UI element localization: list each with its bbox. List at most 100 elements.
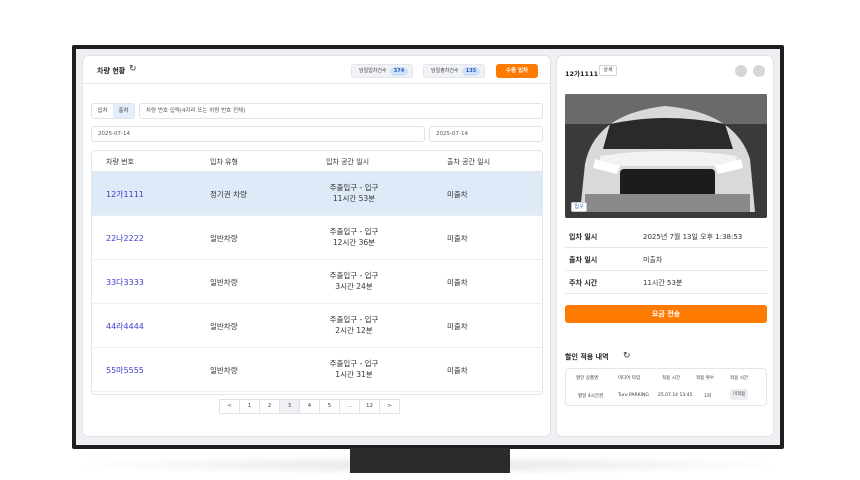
col-plate: 차량 번호 xyxy=(106,158,134,166)
discount-table: 할인 상품명 미디어 타입 적용 시간 적용 횟수 적용 시간 평일 4시간권 … xyxy=(565,368,767,406)
discount-col: 적용 시간 xyxy=(662,376,680,381)
parking-time-row: 주차 시간 11시간 53분 xyxy=(565,272,767,294)
row-plate: 12가1111 xyxy=(106,190,144,199)
col-entry-type: 입차 유형 xyxy=(210,158,238,166)
parking-time-value: 11시간 53분 xyxy=(643,279,683,287)
table-row[interactable]: 33다3333 일반차량 주출입구 - 입구 3시간 24분 미출차 xyxy=(92,260,542,304)
row-type: 일반차량 xyxy=(210,234,238,243)
app-screen: 차량 현황 ↻ 당일입차건수 374 당일출차건수 135 수동 입차 입차 출… xyxy=(76,49,780,445)
entry-exit-toggle: 입차 출차 xyxy=(91,103,135,119)
detail-tag[interactable]: 상세 xyxy=(599,65,617,76)
today-exit-label: 당일출차건수 xyxy=(431,68,459,74)
plate-search-input[interactable]: 차량 번호 입력(4자리 또는 차량 번호 전체) xyxy=(139,103,543,119)
refresh-icon[interactable]: ↻ xyxy=(129,64,139,74)
row-entry-time: 주출입구 - 입구 11시간 53분 xyxy=(314,182,394,204)
row-type: 일반차량 xyxy=(210,366,238,375)
col-entry-time: 입차 공간 일시 xyxy=(326,158,370,166)
vehicle-detail-panel: 12가1111 상세 입구 입차 일시 2025년 7월 13일 오후 1:38… xyxy=(556,55,774,437)
car-image-icon xyxy=(565,94,767,218)
today-exit-chip: 당일출차건수 135 xyxy=(423,64,485,78)
row-plate: 33다3333 xyxy=(106,278,144,287)
row-entry-duration: 3시간 24분 xyxy=(335,282,373,291)
row-plate: 55마5555 xyxy=(106,366,144,375)
row-entry-time: 주출입구 - 입구 1시간 31분 xyxy=(314,358,394,380)
row-exit: 미출차 xyxy=(447,366,468,375)
status-dot-icon xyxy=(753,65,765,77)
date-from-input[interactable]: 2025-07-14 xyxy=(91,126,425,142)
panel-header: 차량 현황 ↻ 당일입차건수 374 당일출차건수 135 수동 입차 xyxy=(83,56,550,84)
page-button[interactable]: 12 xyxy=(359,399,380,414)
row-exit: 미출차 xyxy=(447,322,468,331)
page-button-current[interactable]: 3 xyxy=(279,399,300,414)
discount-col: 할인 상품명 xyxy=(576,376,599,381)
tab-entry[interactable]: 입차 xyxy=(92,104,113,118)
page-button[interactable]: 1 xyxy=(239,399,260,414)
send-fee-button[interactable]: 요금 전송 xyxy=(565,305,767,323)
row-entry-location: 주출입구 - 입구 xyxy=(329,359,379,368)
tab-exit[interactable]: 출차 xyxy=(113,104,134,118)
page-button[interactable]: 4 xyxy=(299,399,320,414)
discount-cell: 25.07.14 13:45 xyxy=(658,393,693,398)
row-exit: 미출차 xyxy=(447,190,468,199)
discount-col: 미디어 타입 xyxy=(618,376,641,381)
date-to-input[interactable]: 2025-07-14 xyxy=(429,126,543,142)
today-exit-count: 135 xyxy=(462,67,480,76)
refresh-icon[interactable]: ↻ xyxy=(623,351,633,361)
exit-time-row: 출차 일시 미출차 xyxy=(565,249,767,271)
discount-cell: Turu PARKING xyxy=(618,393,649,398)
page-title: 차량 현황 xyxy=(97,67,126,75)
discount-cell: 1회 xyxy=(704,394,712,399)
row-entry-location: 주출입구 - 입구 xyxy=(329,315,379,324)
row-plate: 44라4444 xyxy=(106,322,144,331)
today-entry-chip: 당일입차건수 374 xyxy=(351,64,413,78)
row-exit: 미출차 xyxy=(447,278,468,287)
row-entry-location: 주출입구 - 입구 xyxy=(329,227,379,236)
table-row[interactable]: 22나2222 일반차량 주출입구 - 입구 12시간 36분 미출차 xyxy=(92,216,542,260)
vehicle-photo: 입구 xyxy=(565,94,767,218)
discount-col: 적용 횟수 xyxy=(696,376,714,381)
row-entry-location: 주출입구 - 입구 xyxy=(329,183,379,192)
row-type: 일반차량 xyxy=(210,278,238,287)
page-button[interactable]: 5 xyxy=(319,399,340,414)
page-prev-button[interactable]: < xyxy=(219,399,240,414)
row-type: 일반차량 xyxy=(210,322,238,331)
row-plate: 22나2222 xyxy=(106,234,144,243)
photo-tag: 입구 xyxy=(571,202,587,212)
table-header: 차량 번호 입차 유형 입차 공간 일시 출차 공간 일시 xyxy=(92,151,542,172)
row-entry-time: 주출입구 - 입구 3시간 24분 xyxy=(314,270,394,292)
parking-time-label: 주차 시간 xyxy=(569,279,598,287)
entry-time-value: 2025년 7월 13일 오후 1:38:53 xyxy=(643,233,743,241)
row-entry-time: 주출입구 - 입구 2시간 12분 xyxy=(314,314,394,336)
discount-status-badge: 미적용 xyxy=(730,389,749,400)
vehicle-table: 차량 번호 입차 유형 입차 공간 일시 출차 공간 일시 12가1111 정기… xyxy=(91,150,543,395)
entry-time-label: 입차 일시 xyxy=(569,233,598,241)
discount-col: 적용 시간 xyxy=(730,376,748,381)
discount-title: 할인 적용 내역 xyxy=(565,353,609,361)
monitor-stand xyxy=(350,448,510,473)
row-entry-duration: 11시간 53분 xyxy=(332,194,376,203)
table-row[interactable]: 44라4444 일반차량 주출입구 - 입구 2시간 12분 미출차 xyxy=(92,304,542,348)
vehicle-status-panel: 차량 현황 ↻ 당일입차건수 374 당일출차건수 135 수동 입차 입차 출… xyxy=(82,55,551,437)
today-entry-count: 374 xyxy=(390,67,408,76)
status-dot-icon xyxy=(735,65,747,77)
manual-entry-button[interactable]: 수동 입차 xyxy=(496,64,538,78)
page-button[interactable]: 2 xyxy=(259,399,280,414)
page-next-button[interactable]: > xyxy=(379,399,400,414)
exit-time-value: 미출차 xyxy=(643,256,663,264)
table-row[interactable]: 12가1111 정기권 차량 주출입구 - 입구 11시간 53분 미출차 xyxy=(92,172,542,216)
table-row[interactable]: 55마5555 일반차량 주출입구 - 입구 1시간 31분 미출차 xyxy=(92,348,542,392)
col-exit-time: 출차 공간 일시 xyxy=(447,158,491,166)
row-entry-duration: 2시간 12분 xyxy=(335,326,373,335)
entry-time-row: 입차 일시 2025년 7월 13일 오후 1:38:53 xyxy=(565,226,767,248)
pagination: < 1 2 3 4 5 ... 12 > xyxy=(219,399,400,415)
row-exit: 미출차 xyxy=(447,234,468,243)
row-entry-duration: 12시간 36분 xyxy=(332,238,376,247)
exit-time-label: 출차 일시 xyxy=(569,256,598,264)
row-type: 정기권 차량 xyxy=(210,190,247,199)
detail-plate: 12가1111 xyxy=(565,70,599,78)
row-entry-time: 주출입구 - 입구 12시간 36분 xyxy=(314,226,394,248)
page-ellipsis: ... xyxy=(339,399,360,414)
row-entry-duration: 1시간 31분 xyxy=(335,370,373,379)
row-entry-location: 주출입구 - 입구 xyxy=(329,271,379,280)
today-entry-label: 당일입차건수 xyxy=(359,68,387,74)
